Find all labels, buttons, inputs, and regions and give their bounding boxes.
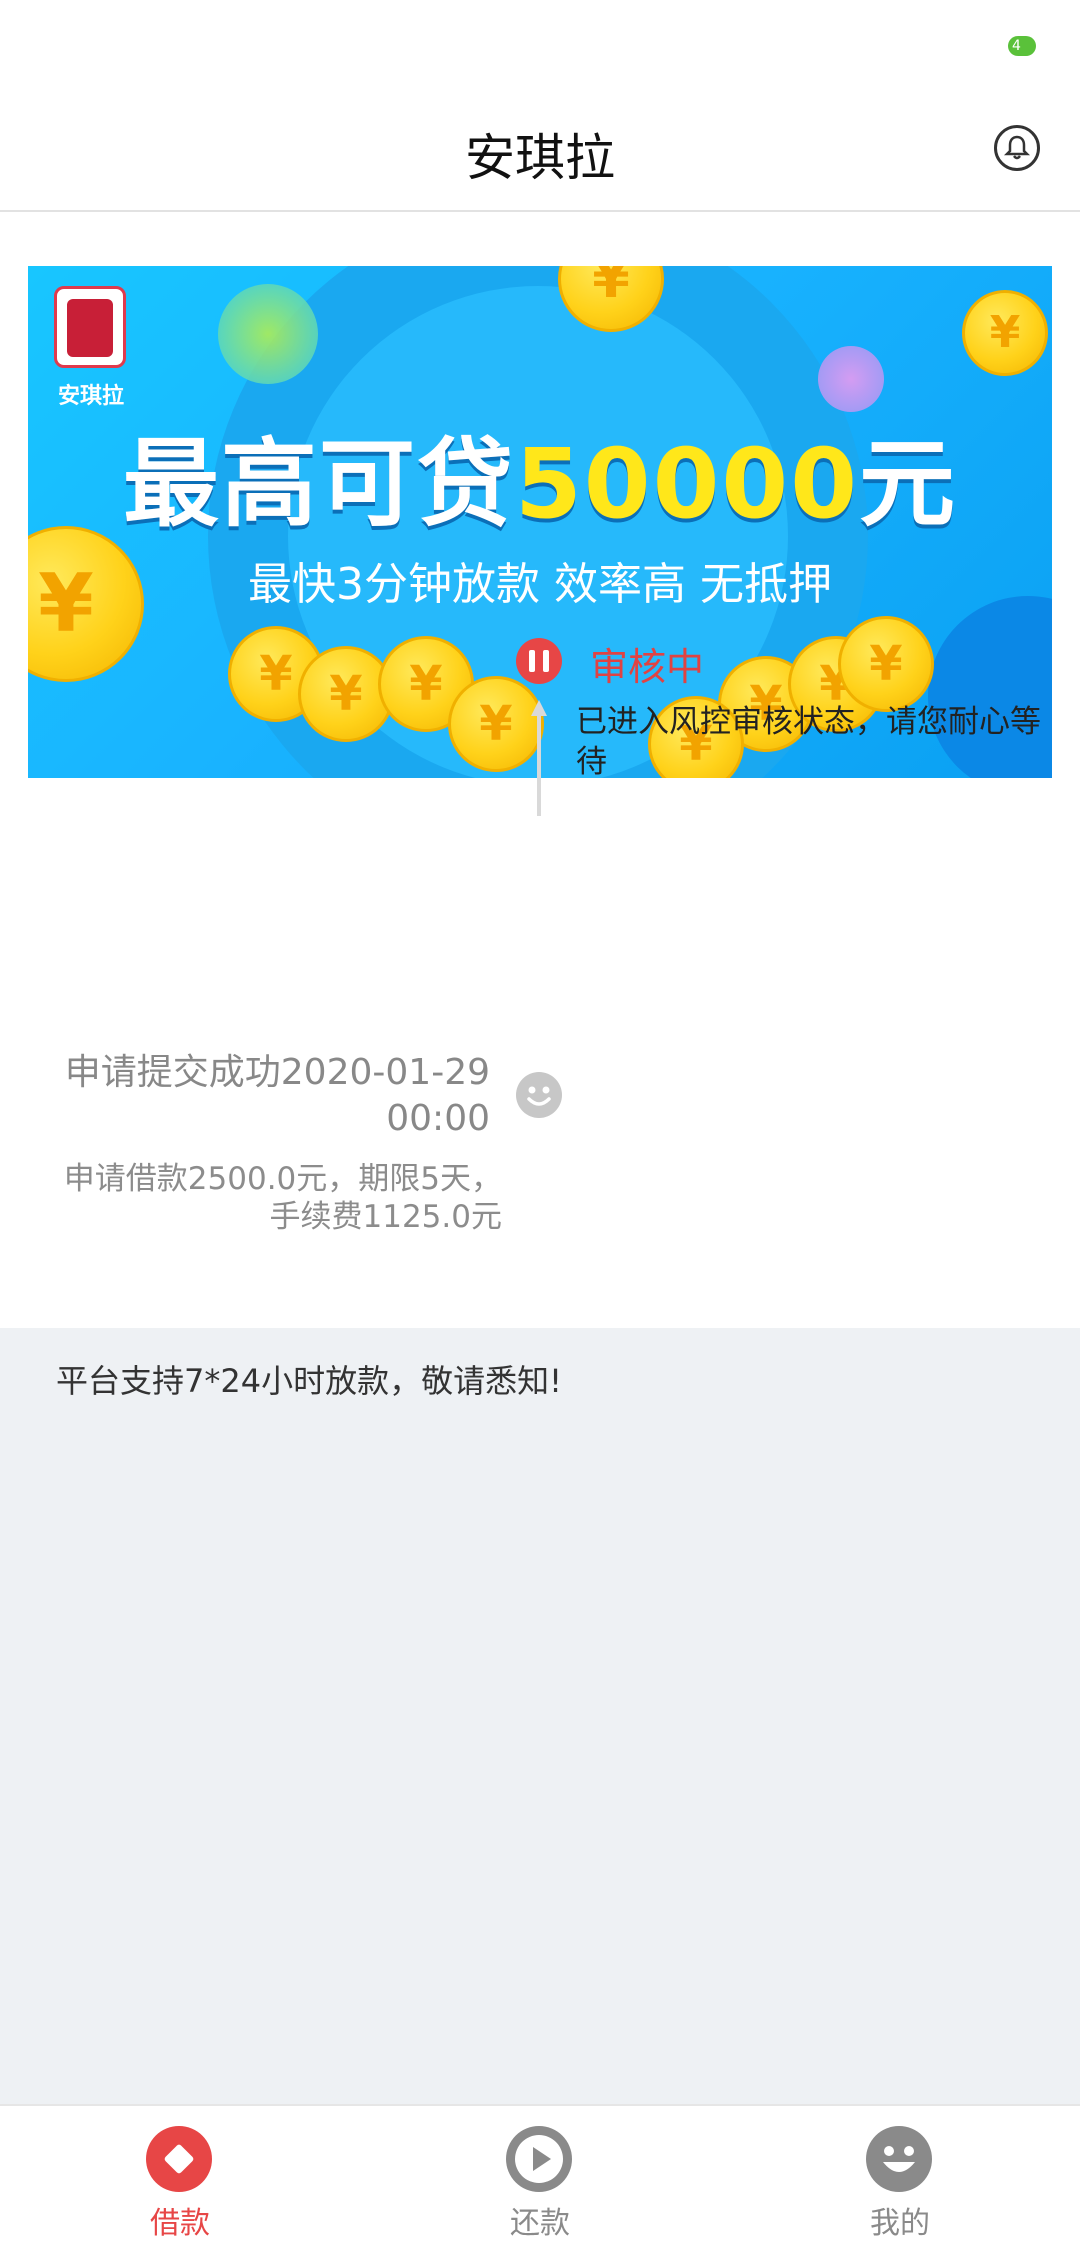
status-applied-desc: 申请借款2500.0元，期限5天， 手续费1125.0元: [63, 1161, 502, 1235]
notification-bell-icon[interactable]: [994, 125, 1040, 171]
app-logo: [54, 286, 126, 368]
battery-level: 4: [1012, 38, 1021, 54]
banner-bubble: [218, 284, 318, 384]
play-icon: [506, 2126, 572, 2192]
loan-tab-icon: [146, 2126, 212, 2192]
status-bar: 4: [0, 0, 1080, 96]
banner-bubble: [818, 346, 884, 412]
banner-headline: 最高可贷50000元: [123, 428, 957, 540]
coin-icon: ¥: [838, 616, 934, 712]
tab-mine-label: 我的: [870, 2206, 930, 2241]
page-title: 安琪拉: [465, 129, 615, 187]
coin-icon: ¥: [448, 676, 544, 772]
tab-repay[interactable]: 还款: [360, 2106, 720, 2250]
bottom-tab-bar: 借款 还款 我的: [0, 2104, 1080, 2250]
tab-loan-label: 借款: [150, 2206, 210, 2241]
status-applied-title: 申请提交成功2020-01-29 00:00: [64, 1052, 490, 1139]
pause-icon: [516, 638, 562, 684]
banner-subline: 最快3分钟放款 效率高 无抵押: [248, 559, 832, 610]
battery-icon: 4: [1008, 36, 1036, 56]
app-header: 安琪拉: [0, 96, 1080, 212]
tab-loan[interactable]: 借款: [0, 2106, 360, 2250]
tab-mine[interactable]: 我的: [720, 2106, 1080, 2250]
smile-icon: [516, 1072, 562, 1118]
status-current-title: 审核中: [590, 645, 705, 689]
tab-repay-label: 还款: [510, 2206, 570, 2241]
status-current-desc: 已进入风控审核状态，请您耐心等待: [576, 704, 1041, 780]
timeline-line: [537, 706, 541, 816]
platform-notice: 平台支持7*24小时放款，敬请悉知!: [56, 1362, 562, 1400]
smiley-icon: [866, 2126, 932, 2192]
coin-icon: ¥: [962, 290, 1048, 376]
